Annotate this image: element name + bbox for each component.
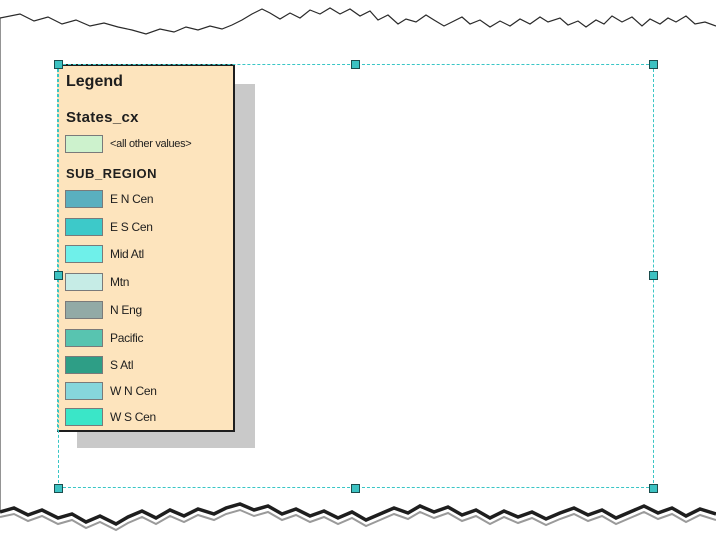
resize-handle-bottom-left[interactable] <box>54 484 63 493</box>
resize-handle-middle-left[interactable] <box>54 271 63 280</box>
resize-handle-top-right[interactable] <box>649 60 658 69</box>
resize-handle-bottom-right[interactable] <box>649 484 658 493</box>
selection-frame[interactable] <box>58 64 654 488</box>
resize-handle-top-center[interactable] <box>351 60 360 69</box>
resize-handle-middle-right[interactable] <box>649 271 658 280</box>
resize-handle-top-left[interactable] <box>54 60 63 69</box>
resize-handle-bottom-center[interactable] <box>351 484 360 493</box>
